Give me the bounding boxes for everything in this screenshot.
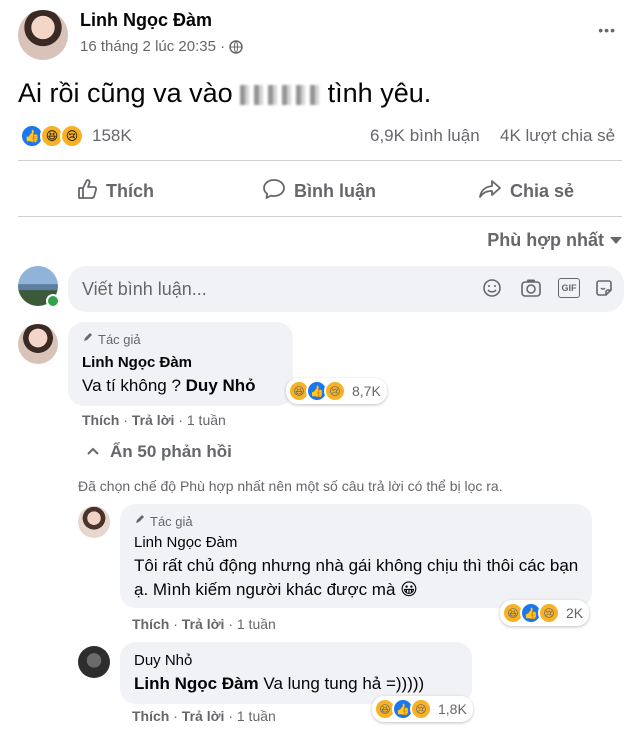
blurred-word xyxy=(240,84,321,105)
reply-reactions-count: 1,8K xyxy=(438,701,467,717)
like-button[interactable]: Thích xyxy=(76,178,154,205)
share-arrow-icon xyxy=(478,178,502,205)
online-indicator xyxy=(46,294,60,308)
reply-reactions[interactable]: 😆 👍 😢 1,8K xyxy=(372,696,473,722)
filter-notice: Đã chọn chế độ Phù hợp nhất nên một số c… xyxy=(78,478,503,494)
share-button-label: Chia sẻ xyxy=(510,181,575,201)
separator: · xyxy=(173,708,182,724)
speech-bubble-icon xyxy=(262,178,286,205)
comment-reactions-count: 8,7K xyxy=(352,383,381,399)
sort-dropdown[interactable]: Phù hợp nhất xyxy=(487,230,622,251)
post-meta: 16 tháng 2 lúc 20:35 · xyxy=(80,38,243,55)
divider xyxy=(18,160,622,161)
reply-text-body: Va lung tung hả =))))) xyxy=(258,674,425,693)
post-reactions[interactable]: 👍 😆 😢 158K xyxy=(20,124,132,148)
reply-reactions-count: 2K xyxy=(566,605,584,621)
comment-button-label: Bình luận xyxy=(294,181,376,201)
pencil-icon xyxy=(82,330,94,348)
pencil-icon xyxy=(134,512,146,530)
sad-reaction-icon: 😢 xyxy=(538,602,560,624)
mention-link[interactable]: Linh Ngọc Đàm xyxy=(134,674,259,693)
divider xyxy=(18,216,622,217)
comment-reactions[interactable]: 😆 👍 😢 8,7K xyxy=(286,378,387,404)
caret-down-icon xyxy=(610,237,622,244)
author-badge-label: Tác giả xyxy=(98,331,141,347)
reply-author-name[interactable]: Linh Ngọc Đàm xyxy=(134,534,237,551)
reply-like-link[interactable]: Thích xyxy=(132,708,169,724)
sad-reaction-icon: 😢 xyxy=(60,124,84,148)
post-comments-count[interactable]: 6,9K bình luận xyxy=(370,126,480,146)
reply-bubble: Duy Nhỏ Linh Ngọc Đàm Va lung tung hả =)… xyxy=(120,642,472,704)
reply-author-avatar[interactable] xyxy=(78,646,110,678)
sad-reaction-icon: 😢 xyxy=(324,380,346,402)
camera-icon[interactable] xyxy=(520,278,542,303)
reply-time[interactable]: · 1 tuần xyxy=(228,616,275,632)
reply-reply-link[interactable]: Trả lời xyxy=(182,616,225,632)
comment-author-avatar[interactable] xyxy=(18,324,58,364)
comment-author-name[interactable]: Linh Ngọc Đàm xyxy=(82,354,192,371)
post-text: Ai rồi cũng va vào tình yêu. xyxy=(18,78,431,109)
comment-time[interactable]: · 1 tuần xyxy=(178,412,225,428)
smiley-icon[interactable] xyxy=(482,278,502,303)
sort-label: Phù hợp nhất xyxy=(487,230,604,250)
sticker-icon[interactable] xyxy=(594,278,614,303)
sad-reaction-icon: 😢 xyxy=(410,698,432,720)
post-text-start: Ai rồi cũng va vào xyxy=(18,78,233,108)
share-button[interactable]: Chia sẻ xyxy=(478,178,574,205)
reply-time[interactable]: · 1 tuần xyxy=(228,708,275,724)
comment-input[interactable]: Viết bình luận... GIF xyxy=(68,266,624,312)
comment-input-placeholder: Viết bình luận... xyxy=(82,279,207,299)
comment-bubble: Tác giả Linh Ngọc Đàm Va tí không ? Duy … xyxy=(68,322,293,406)
comment-like-link[interactable]: Thích xyxy=(82,412,119,428)
author-badge-label: Tác giả xyxy=(150,513,193,529)
mention-link[interactable]: Duy Nhỏ xyxy=(186,376,256,395)
reply-actions: Thích · Trả lời · 1 tuần xyxy=(132,616,276,632)
globe-icon xyxy=(229,39,243,54)
author-badge: Tác giả xyxy=(82,330,141,348)
reply-text: Tôi rất chủ động nhưng nhà gái không chị… xyxy=(134,556,579,599)
like-button-label: Thích xyxy=(106,181,154,201)
hide-replies-toggle[interactable]: Ẩn 50 phản hồi xyxy=(86,442,232,462)
reply-like-link[interactable]: Thích xyxy=(132,616,169,632)
author-badge: Tác giả xyxy=(134,512,193,530)
post-text-end: tình yêu. xyxy=(327,78,432,108)
chevron-up-icon xyxy=(86,443,100,461)
post-author-name[interactable]: Linh Ngọc Đàm xyxy=(80,10,212,31)
post-author-avatar[interactable] xyxy=(18,10,68,60)
gif-icon[interactable]: GIF xyxy=(558,278,580,298)
reply-author-avatar[interactable] xyxy=(78,506,110,538)
hide-replies-label: Ẩn 50 phản hồi xyxy=(110,442,232,461)
thumbs-up-icon xyxy=(76,178,98,205)
reply-bubble: Tác giả Linh Ngọc Đàm Tôi rất chủ động n… xyxy=(120,504,592,608)
comment-button[interactable]: Bình luận xyxy=(262,178,376,205)
reply-text: Linh Ngọc Đàm Va lung tung hả =))))) xyxy=(134,674,424,694)
reply-reactions[interactable]: 😆 👍 😢 2K xyxy=(500,600,590,626)
post-reactions-count: 158K xyxy=(92,126,132,145)
separator: · xyxy=(173,616,182,632)
post-shares-count[interactable]: 4K lượt chia sẻ xyxy=(500,126,615,146)
reply-actions: Thích · Trả lời · 1 tuần xyxy=(132,708,276,724)
comment-actions: Thích · Trả lời · 1 tuần xyxy=(82,412,226,428)
post-timestamp[interactable]: 16 tháng 2 lúc 20:35 · xyxy=(80,38,225,55)
comment-text: Va tí không ? Duy Nhỏ xyxy=(82,376,256,396)
separator: · xyxy=(123,412,132,428)
comment-text-body: Va tí không ? xyxy=(82,376,186,395)
comment-reply-link[interactable]: Trả lời xyxy=(132,412,175,428)
reply-author-name[interactable]: Duy Nhỏ xyxy=(134,652,192,669)
reply-reply-link[interactable]: Trả lời xyxy=(182,708,225,724)
more-options-icon[interactable]: ••• xyxy=(598,22,616,38)
